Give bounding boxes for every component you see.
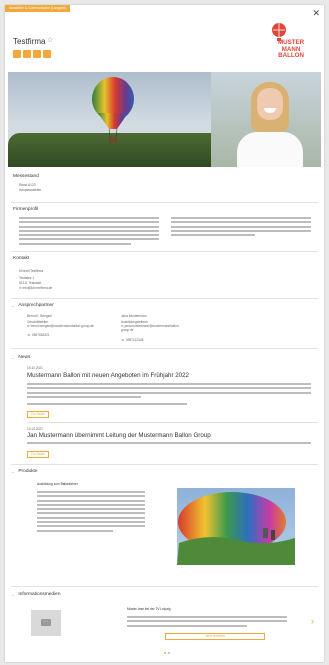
news-text <box>27 442 311 446</box>
news-more-button[interactable]: Zur News <box>27 451 49 458</box>
kontakt-line: Könner/Testfirma <box>19 269 44 273</box>
product-image <box>177 488 295 565</box>
divider <box>11 464 318 465</box>
product-title: Ausbildung zum Ballonfahrer <box>37 482 78 486</box>
logo-text: MUSTER MANN BALLON <box>278 39 305 60</box>
media-title: Muster-Imm bei der TV Leipzig <box>127 607 171 611</box>
divider <box>27 422 318 423</box>
facebook-icon[interactable] <box>13 50 21 58</box>
chevron-down-icon: ⌄ <box>11 592 15 597</box>
media-thumbnail[interactable]: … <box>31 610 61 636</box>
carousel-dots <box>164 652 170 654</box>
contact-phone[interactable]: ☏ 0987654321 <box>27 333 50 337</box>
balloon-photo <box>177 492 295 565</box>
news-date: 19.10.2021 <box>27 366 43 370</box>
news-title[interactable]: Jan Mustermann übernimmt Leitung der Mus… <box>27 432 211 439</box>
contact-phone[interactable]: ☏ 0987112345 <box>121 338 143 342</box>
informationsmedien-header[interactable]: ⌄ Informationsmedien <box>11 592 61 597</box>
messestand-line: Stand A123 <box>19 183 36 187</box>
product-description <box>37 491 145 534</box>
hot-air-balloon-illustration <box>92 77 134 143</box>
youtube-icon[interactable] <box>43 50 51 58</box>
company-logo: MUSTER MANN BALLON <box>266 21 314 65</box>
news-more-button[interactable]: Zur News <box>27 411 49 418</box>
chevron-right-icon[interactable]: › <box>311 616 314 626</box>
news-title[interactable]: Mustermann Ballon mit neuen Angeboten im… <box>27 372 189 379</box>
instagram-icon[interactable] <box>33 50 41 58</box>
contact-email[interactable]: ✉ jana.mustermann@mustermannballon-group… <box>121 324 181 332</box>
social-links <box>13 50 51 58</box>
messestand-line: Hauptaussteller <box>19 188 42 192</box>
divider <box>11 348 318 349</box>
news-header[interactable]: ⌄ News <box>11 355 30 360</box>
produkte-header[interactable]: ⌄ Produkte <box>11 469 38 474</box>
firm-title: Testfirma <box>13 37 46 46</box>
carousel-dot[interactable] <box>164 652 166 654</box>
kontakt-line: Testallee 1 <box>19 276 35 280</box>
divider <box>11 202 318 203</box>
chevron-down-icon: ⌄ <box>11 469 15 474</box>
exhibitor-tag: Aussteller & Communicator (Langzeit) <box>5 5 71 12</box>
exhibitor-panel: Aussteller & Communicator (Langzeit) ✕ T… <box>5 5 324 662</box>
kontakt-email[interactable]: ✉ info@könnerfirma.de <box>19 286 52 290</box>
chevron-down-icon: ⌄ <box>11 355 15 360</box>
divider <box>11 586 318 587</box>
kontakt-line: 51311 Teststadt <box>19 281 42 285</box>
favorite-star-icon[interactable]: ☆ <box>47 36 53 44</box>
firmenprofil-text-right <box>171 217 311 238</box>
news-text <box>27 403 187 407</box>
chat-icon: … <box>41 619 51 626</box>
news-date: 10.10.2021 <box>27 427 43 431</box>
media-description <box>127 616 287 629</box>
messestand-heading: Messestand <box>13 174 39 179</box>
contact-name: Jana Mustermann <box>121 314 147 318</box>
contact-name: Bernd K. Bengsel <box>27 314 52 318</box>
ansprechpartner-header[interactable]: ⌄ Ansprechpartner <box>11 303 54 308</box>
chevron-down-icon: ⌄ <box>11 303 15 308</box>
divider <box>11 251 318 252</box>
firmenprofil-text-left <box>19 217 159 247</box>
media-watch-button[interactable]: Jetzt ansehen <box>165 633 265 640</box>
contact-email[interactable]: ✉ bernd.bengsel@mustermannballon-group.d… <box>27 324 117 329</box>
firmenprofil-heading: Firmenprofil <box>13 207 39 212</box>
divider <box>11 298 318 299</box>
kontakt-heading: Kontakt <box>13 256 30 261</box>
news-text <box>27 383 311 400</box>
hero-image <box>8 72 321 167</box>
carousel-dot[interactable] <box>168 652 170 654</box>
close-icon[interactable]: ✕ <box>312 9 320 18</box>
twitter-icon[interactable] <box>23 50 31 58</box>
